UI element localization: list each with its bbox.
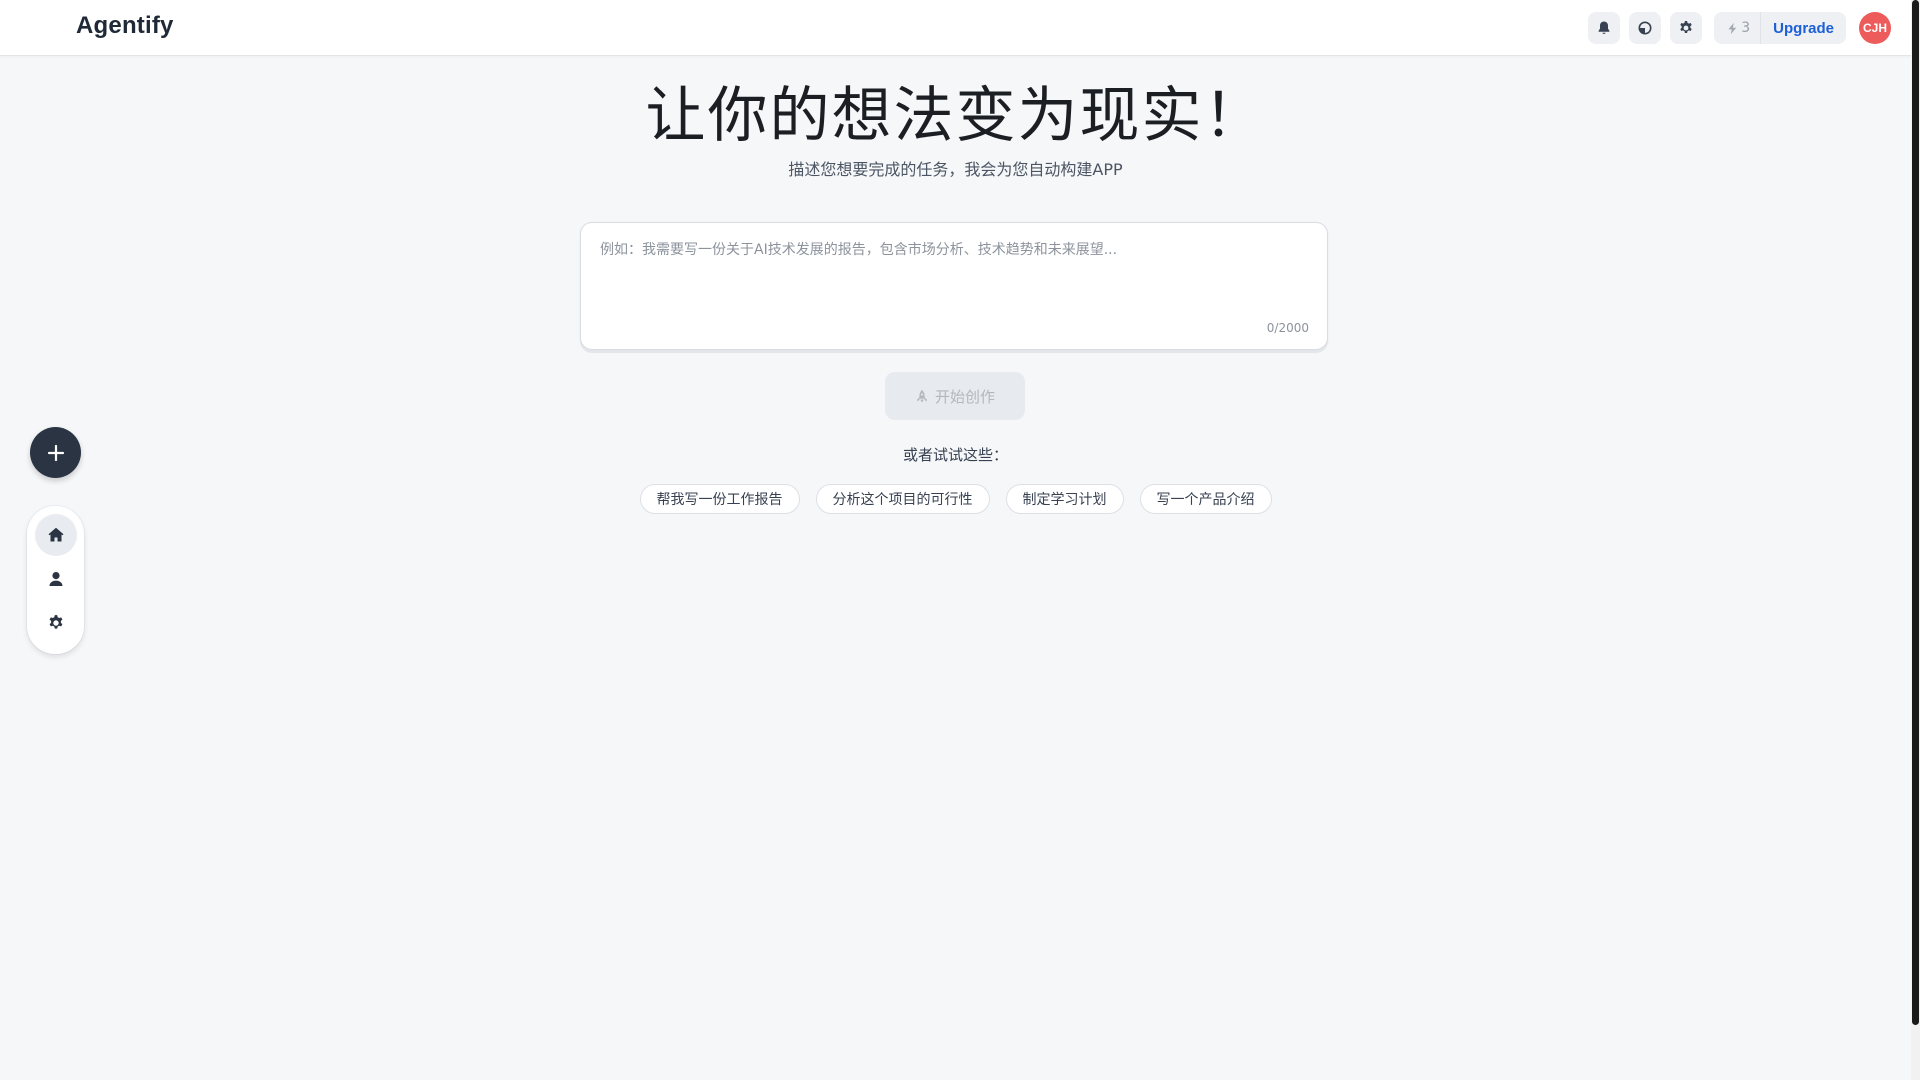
character-counter: 0/2000 (1266, 321, 1309, 335)
side-nav (27, 506, 84, 654)
suggestion-chip-work-report[interactable]: 帮我写一份工作报告 (639, 484, 800, 514)
nav-item-settings[interactable] (35, 602, 77, 644)
avatar[interactable]: CJH (1859, 12, 1891, 44)
top-actions: 3 Upgrade CJH (1588, 12, 1891, 44)
brand-logo[interactable]: Agentify (76, 12, 174, 40)
credits-upgrade-group: 3 Upgrade (1714, 12, 1846, 44)
page-title: 让你的想法变为现实！ (645, 81, 1266, 151)
nav-item-profile[interactable] (35, 558, 77, 600)
start-create-button[interactable]: 开始创作 (885, 372, 1025, 420)
nav-item-home[interactable] (34, 514, 77, 556)
scrollbar-thumb[interactable] (1912, 0, 1919, 1025)
upgrade-button[interactable]: Upgrade (1761, 12, 1846, 44)
prompt-input[interactable] (598, 237, 1312, 321)
credits-value: 3 (1741, 20, 1751, 36)
bell-icon (1598, 21, 1610, 35)
theme-toggle-button[interactable] (1629, 12, 1662, 44)
plus-icon (47, 444, 64, 461)
suggestion-chip-product-intro[interactable]: 写一个产品介绍 (1139, 484, 1272, 514)
new-project-button[interactable] (30, 427, 81, 478)
rocket-icon (917, 389, 927, 402)
credits-counter: 3 (1714, 12, 1762, 44)
user-icon (49, 572, 62, 586)
home-icon (48, 527, 63, 542)
suggestions-label: 或者试试这些： (902, 446, 1008, 464)
scrollbar-track[interactable] (1911, 0, 1920, 1080)
lightning-icon (1728, 22, 1737, 34)
page-subtitle: 描述您想要完成的任务，我会为您自动构建APP (788, 160, 1123, 179)
settings-button[interactable] (1670, 12, 1703, 44)
suggestion-chip-feasibility[interactable]: 分析这个项目的可行性 (815, 484, 990, 514)
theme-toggle-icon (1638, 21, 1652, 35)
prompt-input-container: 0/2000 (580, 222, 1328, 350)
top-bar: Agentify 3 Upgrade CJH (0, 0, 1911, 56)
gear-icon (1680, 21, 1692, 33)
gear-icon (49, 615, 62, 629)
suggestion-chip-study-plan[interactable]: 制定学习计划 (1005, 484, 1124, 514)
start-create-label: 开始创作 (934, 387, 995, 406)
suggestion-chips: 帮我写一份工作报告 分析这个项目的可行性 制定学习计划 写一个产品介绍 (0, 484, 1911, 514)
notifications-button[interactable] (1588, 12, 1621, 44)
